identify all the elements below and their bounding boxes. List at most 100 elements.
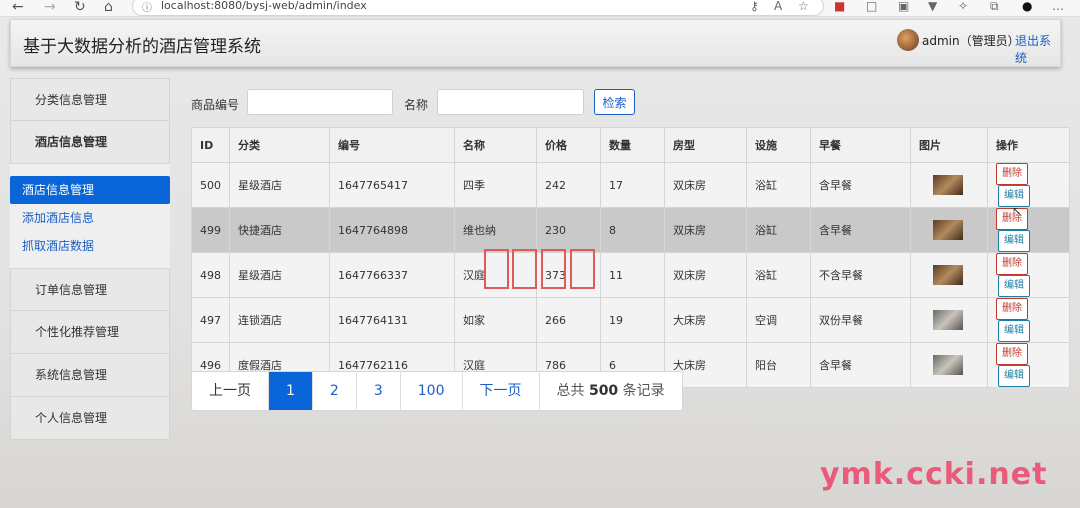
forward-icon[interactable]: → <box>44 0 56 15</box>
cell-facility: 空调 <box>746 297 811 343</box>
cell-code: 1647765417 <box>329 162 455 208</box>
annotation-box <box>484 249 509 289</box>
cell-id: 499 <box>191 207 230 253</box>
home-icon[interactable]: ⌂ <box>104 0 113 15</box>
cell-room: 双床房 <box>664 207 747 253</box>
hotel-table: ID 分类 编号 名称 价格 数量 房型 设施 早餐 图片 操作 500 星级酒店… <box>191 127 1070 388</box>
delete-button[interactable]: 删除 <box>996 253 1028 275</box>
search-button[interactable]: 检索 <box>594 89 635 115</box>
extension-icon[interactable]: ■ <box>834 0 845 13</box>
avatar[interactable] <box>897 29 919 51</box>
code-input[interactable] <box>247 89 393 115</box>
next-page-button[interactable]: 下一页 <box>463 372 540 410</box>
app-header: 基于大数据分析的酒店管理系统 admin（管理员） 退出系统 <box>10 19 1061 67</box>
cell-facility: 阳台 <box>746 342 811 388</box>
cell-id: 497 <box>191 297 230 343</box>
col-breakfast: 早餐 <box>810 127 911 163</box>
logout-link[interactable]: 退出系统 <box>1015 32 1060 66</box>
hotel-thumbnail[interactable] <box>933 355 963 375</box>
code-label: 商品编号 <box>191 98 240 112</box>
table-header-row: ID 分类 编号 名称 价格 数量 房型 设施 早餐 图片 操作 <box>191 127 1070 163</box>
edit-button[interactable]: 编辑 <box>998 320 1030 342</box>
col-facility: 设施 <box>746 127 811 163</box>
cell-image <box>910 162 988 208</box>
cell-qty: 19 <box>600 297 665 343</box>
cell-breakfast: 含早餐 <box>810 342 911 388</box>
cell-code: 1647766337 <box>329 252 455 298</box>
cell-actions: 删除编辑 <box>987 297 1070 343</box>
key-icon[interactable]: ⚷ <box>750 0 759 13</box>
cell-code: 1647764131 <box>329 297 455 343</box>
sidebar-item-orders[interactable]: 订单信息管理 <box>10 268 170 311</box>
name-input[interactable] <box>437 89 584 115</box>
page-3-button[interactable]: 3 <box>357 372 401 410</box>
page-1-button[interactable]: 1 <box>269 372 313 410</box>
cell-name: 四季 <box>454 162 537 208</box>
address-bar[interactable]: ⓘ localhost:8080/bysj-web/admin/index <box>132 0 824 16</box>
url-text: localhost:8080/bysj-web/admin/index <box>161 0 367 12</box>
browser-toolbar: ← → ↻ ⌂ ⓘ localhost:8080/bysj-web/admin/… <box>0 0 1080 17</box>
extension-icon[interactable]: ▼ <box>928 0 937 13</box>
back-icon[interactable]: ← <box>12 0 24 15</box>
col-actions: 操作 <box>987 127 1070 163</box>
prev-page-button[interactable]: 上一页 <box>192 372 269 410</box>
sidebar-item-system[interactable]: 系统信息管理 <box>10 354 170 397</box>
current-user: admin（管理员） <box>922 34 1020 48</box>
col-name: 名称 <box>454 127 537 163</box>
sidebar-submenu: 酒店信息管理 添加酒店信息 抓取酒店数据 <box>10 164 170 268</box>
delete-button[interactable]: 删除 <box>996 298 1028 320</box>
cell-breakfast: 不含早餐 <box>810 252 911 298</box>
favorite-icon[interactable]: ☆ <box>798 0 809 13</box>
submenu-hotel-manage[interactable]: 酒店信息管理 <box>10 176 170 204</box>
cell-category: 连锁酒店 <box>229 297 330 343</box>
extension-icon[interactable]: ▣ <box>898 0 909 13</box>
hotel-thumbnail[interactable] <box>933 310 963 330</box>
name-label: 名称 <box>404 98 429 112</box>
cell-room: 大床房 <box>664 297 747 343</box>
extension-icon[interactable]: □ <box>866 0 877 13</box>
submenu-crawl-hotel[interactable]: 抓取酒店数据 <box>10 232 170 260</box>
read-aloud-icon[interactable]: A <box>774 0 782 13</box>
cell-breakfast: 双份早餐 <box>810 297 911 343</box>
page-100-button[interactable]: 100 <box>401 372 463 410</box>
hotel-thumbnail[interactable] <box>933 220 963 240</box>
annotation-box <box>512 249 537 289</box>
total-records: 总共 500 条记录 <box>540 372 682 410</box>
hotel-thumbnail[interactable] <box>933 175 963 195</box>
delete-button[interactable]: 删除 <box>996 163 1028 185</box>
puzzle-icon[interactable]: ✧ <box>958 0 968 13</box>
cell-image <box>910 297 988 343</box>
cell-qty: 17 <box>600 162 665 208</box>
cell-actions: 删除编辑 <box>987 162 1070 208</box>
reload-icon[interactable]: ↻ <box>74 0 86 15</box>
hotel-thumbnail[interactable] <box>933 265 963 285</box>
more-icon[interactable]: … <box>1052 0 1064 13</box>
edit-button[interactable]: 编辑 <box>998 275 1030 297</box>
cell-price: 230 <box>536 207 601 253</box>
submenu-add-hotel[interactable]: 添加酒店信息 <box>10 204 170 232</box>
col-image: 图片 <box>910 127 988 163</box>
sidebar-item-hotel[interactable]: 酒店信息管理 <box>10 121 170 164</box>
profile-icon[interactable]: ● <box>1022 0 1032 13</box>
sidebar: 分类信息管理 酒店信息管理 酒店信息管理 添加酒店信息 抓取酒店数据 订单信息管… <box>10 78 170 440</box>
edit-button[interactable]: 编辑 <box>998 365 1030 387</box>
sidebar-item-category[interactable]: 分类信息管理 <box>10 78 170 121</box>
total-count: 500 <box>588 383 619 399</box>
sidebar-item-recommend[interactable]: 个性化推荐管理 <box>10 311 170 354</box>
cell-id: 498 <box>191 252 230 298</box>
table-row: 500 星级酒店 1647765417 四季 242 17 双床房 浴缸 含早餐 删除编辑 <box>191 162 1070 208</box>
annotation-box <box>570 249 595 289</box>
delete-button[interactable]: 删除 <box>996 343 1028 365</box>
sidebar-item-profile[interactable]: 个人信息管理 <box>10 397 170 440</box>
collections-icon[interactable]: ⧉ <box>990 0 999 14</box>
cell-actions: 删除编辑 <box>987 252 1070 298</box>
table-row: 498 星级酒店 1647766337 汉庭 373 11 双床房 浴缸 不含早餐 删除编辑 <box>191 252 1070 298</box>
page-2-button[interactable]: 2 <box>313 372 357 410</box>
table-row: 497 连锁酒店 1647764131 如家 266 19 大床房 空调 双份早餐 删除编辑 <box>191 297 1070 343</box>
cell-room: 双床房 <box>664 252 747 298</box>
col-category: 分类 <box>229 127 330 163</box>
edit-button[interactable]: 编辑 <box>998 230 1030 252</box>
mouse-cursor-icon: ↖ <box>1012 204 1023 218</box>
cell-image <box>910 207 988 253</box>
cell-facility: 浴缸 <box>746 207 811 253</box>
